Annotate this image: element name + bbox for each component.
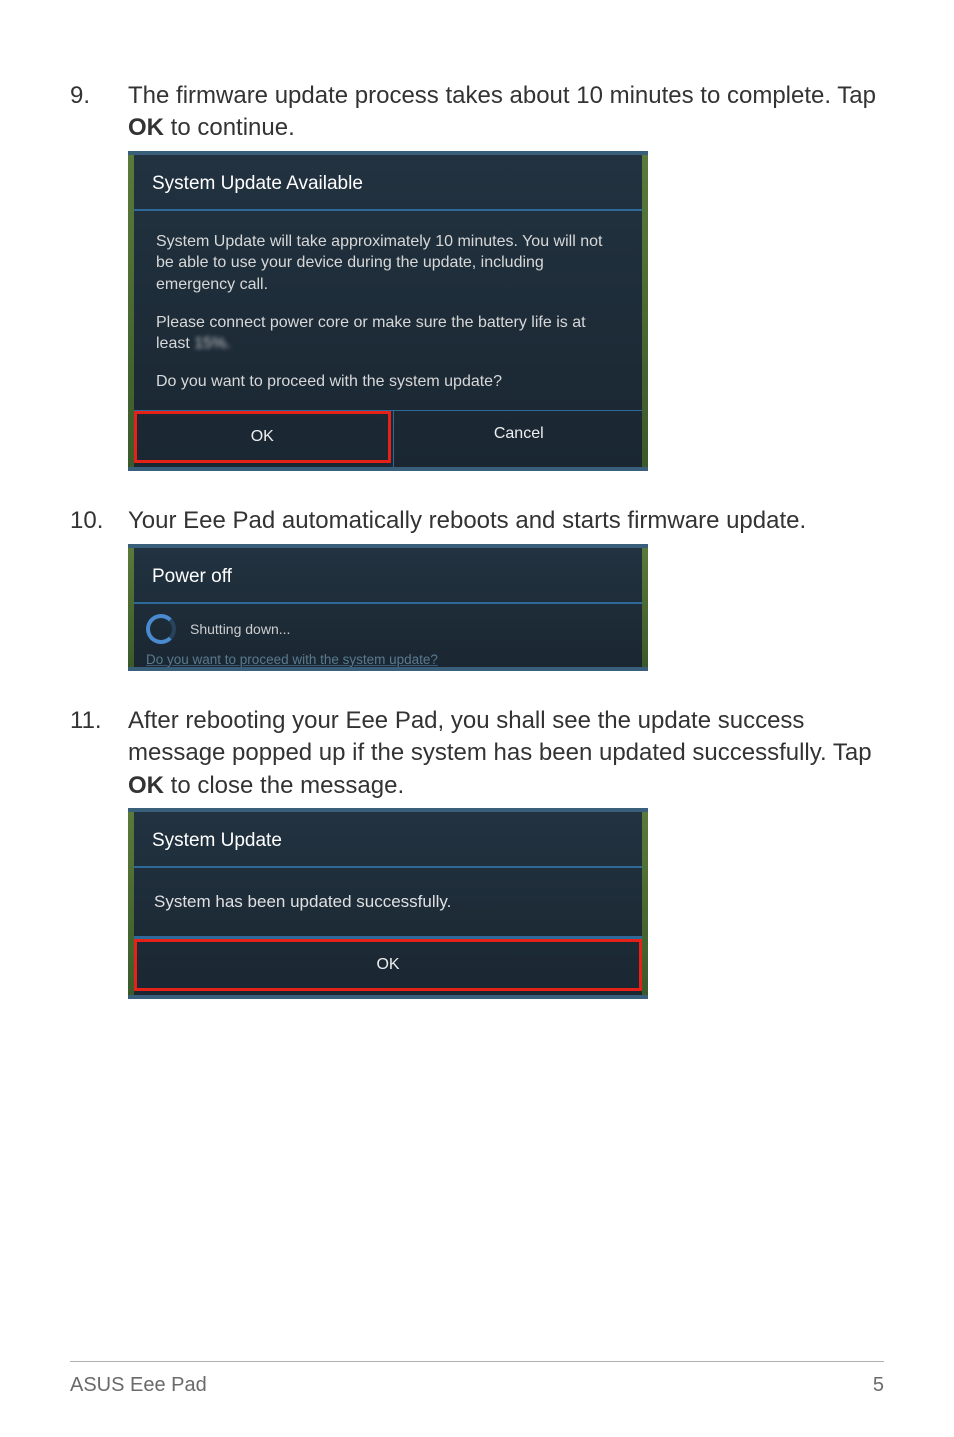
spinner-icon xyxy=(146,614,176,644)
footer-product: ASUS Eee Pad xyxy=(70,1374,207,1397)
dialog-title: System Update Available xyxy=(132,155,644,209)
decorative-edge xyxy=(642,155,648,468)
ok-button[interactable]: OK xyxy=(134,411,391,463)
dialog-body: System Update will take approximately 10… xyxy=(132,211,644,411)
step-text-before: The firmware update process takes about … xyxy=(128,82,876,109)
decorative-edge xyxy=(128,155,134,468)
dialog-cutoff-text: Do you want to proceed with the system u… xyxy=(132,652,644,667)
dialog-message: System has been updated successfully. xyxy=(132,868,644,936)
decorative-edge xyxy=(642,812,648,995)
dialog-button-row: OK xyxy=(132,938,644,995)
blurred-value: 15%. xyxy=(194,333,230,355)
step-text-after: to continue. xyxy=(164,114,295,141)
step-text: Your Eee Pad automatically reboots and s… xyxy=(128,505,884,537)
dialog-para-2: Please connect power core or make sure t… xyxy=(156,312,620,355)
step-text-bold: OK xyxy=(128,114,164,141)
step-text-after: to close the message. xyxy=(164,772,404,799)
status-text: Shutting down... xyxy=(190,621,290,637)
step-number: 10. xyxy=(70,505,128,537)
decorative-edge xyxy=(128,548,134,667)
page-footer: ASUS Eee Pad 5 xyxy=(70,1361,884,1397)
dialog-status-row: Shutting down... xyxy=(132,604,644,652)
dialog-para-1: System Update will take approximately 10… xyxy=(156,231,620,296)
dialog-button-row: OK Cancel xyxy=(132,410,644,467)
dialog-power-off: Power off Shutting down... Do you want t… xyxy=(128,544,648,671)
step-text: The firmware update process takes about … xyxy=(128,80,884,145)
dialog-system-update-available: System Update Available System Update wi… xyxy=(128,151,648,472)
cancel-button[interactable]: Cancel xyxy=(393,411,645,467)
step-9: 9. The firmware update process takes abo… xyxy=(70,80,884,145)
step-text-bold: OK xyxy=(128,772,164,799)
footer-page-number: 5 xyxy=(873,1374,884,1397)
step-10: 10. Your Eee Pad automatically reboots a… xyxy=(70,505,884,537)
decorative-edge xyxy=(642,548,648,667)
dialog-title: Power off xyxy=(132,548,644,602)
dialog-title: System Update xyxy=(132,812,644,866)
step-number: 11. xyxy=(70,705,128,737)
step-text: After rebooting your Eee Pad, you shall … xyxy=(128,705,884,802)
step-text-before: After rebooting your Eee Pad, you shall … xyxy=(128,707,872,766)
decorative-edge xyxy=(128,812,134,995)
ok-button[interactable]: OK xyxy=(134,939,642,991)
dialog-para-3: Do you want to proceed with the system u… xyxy=(156,371,620,393)
step-number: 9. xyxy=(70,80,128,112)
step-11: 11. After rebooting your Eee Pad, you sh… xyxy=(70,705,884,802)
dialog-system-update-success: System Update System has been updated su… xyxy=(128,808,648,999)
